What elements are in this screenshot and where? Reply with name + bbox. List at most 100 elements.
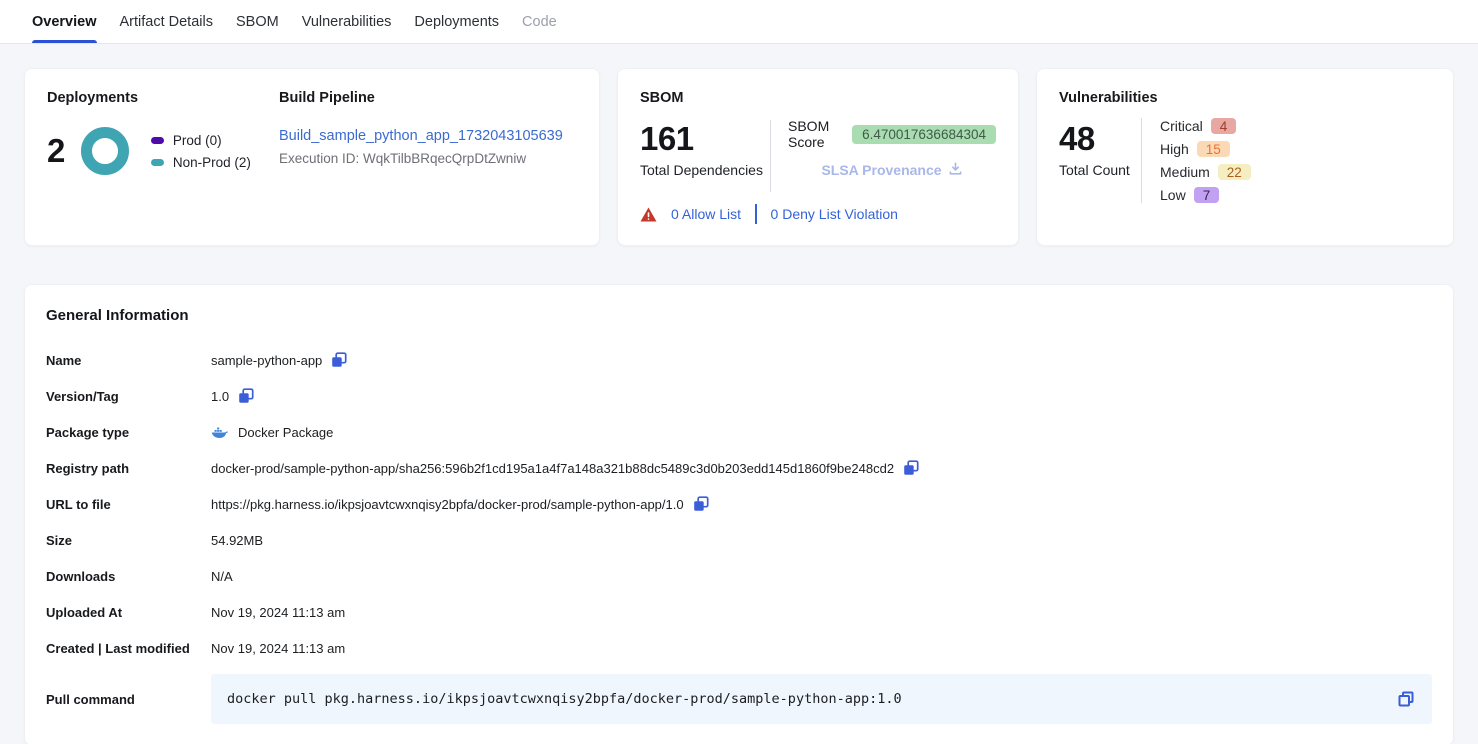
severity-count-badge: 7 xyxy=(1194,187,1220,203)
sbom-score-row: SBOM Score 6.470017636684304 xyxy=(788,118,996,150)
vulnerabilities-total: 48 xyxy=(1059,122,1141,155)
pull-command-box: docker pull pkg.harness.io/ikpsjoavtcwxn… xyxy=(211,674,1432,724)
info-row-downloads: Downloads N/A xyxy=(46,558,1432,594)
sbom-total-block: 161 Total Dependencies xyxy=(640,118,770,200)
slsa-provenance-link[interactable]: SLSA Provenance xyxy=(821,161,962,179)
info-row-uploaded-at: Uploaded At Nov 19, 2024 11:13 am xyxy=(46,594,1432,630)
pipeline-link[interactable]: Build_sample_python_app_1732043105639 xyxy=(279,128,563,144)
vulnerabilities-title: Vulnerabilities xyxy=(1059,90,1431,106)
severity-row-medium: Medium 22 xyxy=(1160,164,1251,180)
tab-overview[interactable]: Overview xyxy=(32,0,97,43)
info-label: Pull command xyxy=(46,692,211,707)
info-label: Version/Tag xyxy=(46,389,211,404)
vulnerabilities-stats: 48 Total Count Critical 4 High 15 Medium xyxy=(1059,118,1431,203)
legend-item-nonprod: Non-Prod (2) xyxy=(151,155,251,170)
severity-row-critical: Critical 4 xyxy=(1160,118,1251,134)
vulnerabilities-total-block: 48 Total Count xyxy=(1059,118,1141,203)
info-value: Nov 19, 2024 11:13 am xyxy=(211,605,345,620)
info-value: 54.92MB xyxy=(211,533,263,548)
warning-icon xyxy=(640,207,657,222)
sbom-score-label: SBOM Score xyxy=(788,118,844,150)
info-label: URL to file xyxy=(46,497,211,512)
info-label: Created | Last modified xyxy=(46,641,211,656)
page-content: Deployments 2 Prod (0) Non-Prod (2) xyxy=(0,44,1478,744)
info-label: Uploaded At xyxy=(46,605,211,620)
copy-icon[interactable] xyxy=(1396,689,1416,709)
info-value: Docker Package xyxy=(238,425,333,440)
info-row-created-modified: Created | Last modified Nov 19, 2024 11:… xyxy=(46,630,1432,666)
info-label: Name xyxy=(46,353,211,368)
vulnerabilities-divider xyxy=(1141,118,1142,203)
info-label: Package type xyxy=(46,425,211,440)
deployments-section: Deployments 2 Prod (0) Non-Prod (2) xyxy=(47,90,279,224)
copy-icon[interactable] xyxy=(330,351,348,369)
sbom-stats: 161 Total Dependencies SBOM Score 6.4700… xyxy=(640,118,996,200)
download-icon xyxy=(948,161,963,179)
copy-icon[interactable] xyxy=(902,459,920,477)
links-divider xyxy=(755,204,757,224)
severity-label: Medium xyxy=(1160,164,1210,180)
pull-command-text: docker pull pkg.harness.io/ikpsjoavtcwxn… xyxy=(227,691,1396,707)
sbom-total: 161 xyxy=(640,122,770,155)
severity-count-badge: 4 xyxy=(1211,118,1237,134)
tab-vulnerabilities[interactable]: Vulnerabilities xyxy=(302,0,392,43)
sbom-score-block: SBOM Score 6.470017636684304 SLSA Proven… xyxy=(771,118,996,200)
copy-icon[interactable] xyxy=(692,495,710,513)
deployments-title: Deployments xyxy=(47,90,279,106)
info-value: N/A xyxy=(211,569,233,584)
sbom-card: SBOM 161 Total Dependencies SBOM Score 6… xyxy=(617,68,1019,246)
tab-artifact-details[interactable]: Artifact Details xyxy=(120,0,213,43)
nonprod-legend-dot xyxy=(151,159,164,166)
info-row-package-type: Package type Docker Package xyxy=(46,414,1432,450)
sbom-score-badge: 6.470017636684304 xyxy=(852,125,996,144)
severity-count-badge: 22 xyxy=(1218,164,1251,180)
info-value: docker-prod/sample-python-app/sha256:596… xyxy=(211,461,894,476)
tab-code[interactable]: Code xyxy=(522,0,557,43)
info-row-url: URL to file https://pkg.harness.io/ikpsj… xyxy=(46,486,1432,522)
info-row-size: Size 54.92MB xyxy=(46,522,1432,558)
nonprod-legend-label: Non-Prod (2) xyxy=(173,155,251,170)
general-information-card: General Information Name sample-python-a… xyxy=(24,284,1454,744)
summary-cards-row: Deployments 2 Prod (0) Non-Prod (2) xyxy=(24,68,1454,246)
tab-deployments[interactable]: Deployments xyxy=(414,0,499,43)
info-value: https://pkg.harness.io/ikpsjoavtcwxnqisy… xyxy=(211,497,684,512)
info-value: sample-python-app xyxy=(211,353,322,368)
info-row-pull-command: Pull command docker pull pkg.harness.io/… xyxy=(46,674,1432,724)
info-label: Registry path xyxy=(46,461,211,476)
execution-id-text: Execution ID: WqkTilbBRqecQrpDtZwniw xyxy=(279,151,577,166)
vulnerabilities-total-label: Total Count xyxy=(1059,162,1141,178)
severity-row-high: High 15 xyxy=(1160,141,1251,157)
copy-icon[interactable] xyxy=(237,387,255,405)
allow-list-link[interactable]: 0 Allow List xyxy=(671,206,741,222)
slsa-provenance-label: SLSA Provenance xyxy=(821,162,941,178)
info-value: 1.0 xyxy=(211,389,229,404)
info-value: Nov 19, 2024 11:13 am xyxy=(211,641,345,656)
docker-icon xyxy=(211,426,228,439)
deployments-stats: 2 Prod (0) Non-Prod (2) xyxy=(47,127,279,175)
info-label: Size xyxy=(46,533,211,548)
tab-bar: Overview Artifact Details SBOM Vulnerabi… xyxy=(0,0,1478,44)
severity-label: Critical xyxy=(1160,118,1203,134)
prod-legend-label: Prod (0) xyxy=(173,133,222,148)
severity-label: High xyxy=(1160,141,1189,157)
build-pipeline-section: Build Pipeline Build_sample_python_app_1… xyxy=(279,90,577,224)
severity-row-low: Low 7 xyxy=(1160,187,1251,203)
deny-list-link[interactable]: 0 Deny List Violation xyxy=(771,206,898,222)
general-information-title: General Information xyxy=(46,307,1432,324)
severity-label: Low xyxy=(1160,187,1186,203)
severity-list: Critical 4 High 15 Medium 22 Low 7 xyxy=(1160,118,1251,203)
deployments-card: Deployments 2 Prod (0) Non-Prod (2) xyxy=(24,68,600,246)
info-row-version: Version/Tag 1.0 xyxy=(46,378,1432,414)
deployments-total: 2 xyxy=(47,132,65,170)
info-label: Downloads xyxy=(46,569,211,584)
prod-legend-dot xyxy=(151,137,164,144)
info-row-registry-path: Registry path docker-prod/sample-python-… xyxy=(46,450,1432,486)
legend-item-prod: Prod (0) xyxy=(151,133,251,148)
tab-sbom[interactable]: SBOM xyxy=(236,0,279,43)
vulnerabilities-card: Vulnerabilities 48 Total Count Critical … xyxy=(1036,68,1454,246)
info-row-name: Name sample-python-app xyxy=(46,342,1432,378)
severity-count-badge: 15 xyxy=(1197,141,1230,157)
sbom-total-label: Total Dependencies xyxy=(640,162,770,178)
build-pipeline-title: Build Pipeline xyxy=(279,90,577,106)
sbom-policy-links: 0 Allow List 0 Deny List Violation xyxy=(640,204,996,224)
